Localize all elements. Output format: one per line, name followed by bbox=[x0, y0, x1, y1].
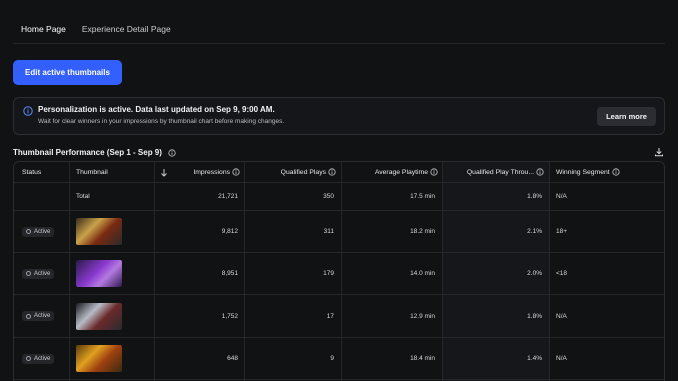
status-badge: Active bbox=[22, 338, 55, 379]
header-qualified-plays-label: Qualified Plays bbox=[280, 168, 326, 176]
thumbnail-image[interactable] bbox=[76, 211, 122, 252]
banner-subtitle: Wait for clear winners in your impressio… bbox=[38, 118, 285, 125]
info-icon[interactable] bbox=[232, 168, 240, 176]
thumbnail-performance-table: Status Thumbnail Impressions Qualified P… bbox=[13, 161, 665, 381]
table-row[interactable]: Active 9,812 311 18.2 min 2.1% 18+ bbox=[14, 211, 664, 253]
table-row-total: Total 21,721 350 17.5 min 1.8% N/A bbox=[14, 183, 664, 211]
header-winning-segment-label: Winning Segment bbox=[556, 168, 610, 176]
cell-qpt: 2.0% bbox=[527, 270, 542, 277]
personalization-banner: Personalization is active. Data last upd… bbox=[13, 97, 665, 135]
info-icon[interactable] bbox=[430, 168, 438, 176]
header-average-playtime-label: Average Playtime bbox=[374, 168, 428, 176]
cell-impressions: 648 bbox=[227, 355, 238, 362]
cell-winning-segment: N/A bbox=[556, 355, 567, 362]
status-badge: Active bbox=[22, 295, 55, 337]
header-status[interactable]: Status bbox=[22, 162, 41, 182]
cell-winning-segment: N/A bbox=[556, 312, 567, 320]
status-label: Active bbox=[34, 228, 51, 235]
edit-active-thumbnails-button[interactable]: Edit active thumbnails bbox=[13, 60, 122, 85]
table-row[interactable]: Active 1,752 17 12.9 min 1.8% N/A bbox=[14, 295, 664, 338]
header-qualified-play-throughput[interactable]: Qualified Play Throu... bbox=[444, 162, 544, 182]
cell-impressions: 9,812 bbox=[221, 228, 238, 235]
header-qualified-plays[interactable]: Qualified Plays bbox=[246, 162, 336, 182]
status-label: Active bbox=[34, 313, 51, 319]
status-badge: Active bbox=[22, 211, 55, 252]
cell-average-playtime: 14.0 min bbox=[410, 270, 435, 277]
info-icon bbox=[23, 106, 33, 116]
header-winning-segment[interactable]: Winning Segment bbox=[556, 162, 620, 182]
status-dot-icon bbox=[26, 271, 31, 276]
section-title: Thumbnail Performance (Sep 1 - Sep 9) bbox=[13, 148, 176, 157]
sort-down-arrow-icon[interactable] bbox=[160, 162, 168, 182]
header-impressions[interactable]: Impressions bbox=[174, 162, 240, 182]
info-icon[interactable] bbox=[536, 168, 544, 176]
cell-qpt: 1.4% bbox=[527, 355, 542, 362]
cell-winning-segment: <18 bbox=[556, 270, 568, 277]
cell-average-playtime: 18.4 min bbox=[410, 355, 435, 362]
cell-impressions: 21,721 bbox=[218, 193, 238, 200]
status-dot-icon bbox=[26, 229, 31, 234]
status-label: Active bbox=[34, 355, 51, 362]
banner-title: Personalization is active. Data last upd… bbox=[38, 105, 275, 114]
cell-qualified-plays: 179 bbox=[323, 270, 334, 277]
download-icon[interactable] bbox=[654, 147, 664, 157]
thumbnail-image[interactable] bbox=[76, 338, 122, 379]
table-row[interactable]: Active 648 9 18.4 min 1.4% N/A bbox=[14, 338, 664, 380]
info-icon[interactable] bbox=[612, 168, 620, 176]
page-tabs: Home Page Experience Detail Page bbox=[13, 18, 179, 44]
cell-average-playtime: 12.9 min bbox=[410, 312, 435, 320]
status-dot-icon bbox=[26, 356, 31, 361]
cell-qualified-plays: 17 bbox=[326, 312, 334, 320]
info-icon[interactable] bbox=[168, 148, 176, 157]
status-label: Active bbox=[34, 270, 51, 277]
cell-average-playtime: 18.2 min bbox=[410, 228, 435, 235]
cell-qpt: 2.1% bbox=[527, 228, 542, 235]
cell-qpt: 1.8% bbox=[527, 193, 542, 200]
table-row[interactable]: Active 8,951 179 14.0 min 2.0% <18 bbox=[14, 253, 664, 295]
thumbnail-image[interactable] bbox=[76, 295, 122, 337]
cell-qualified-plays: 350 bbox=[323, 193, 334, 200]
cell-qualified-plays: 9 bbox=[330, 355, 334, 362]
cell-impressions: 8,951 bbox=[221, 270, 238, 277]
info-icon[interactable] bbox=[328, 168, 336, 176]
total-label: Total bbox=[76, 193, 90, 200]
cell-qualified-plays: 311 bbox=[323, 228, 334, 235]
cell-winning-segment: 18+ bbox=[556, 228, 568, 235]
header-average-playtime[interactable]: Average Playtime bbox=[344, 162, 438, 182]
tab-experience-detail-page[interactable]: Experience Detail Page bbox=[74, 18, 179, 44]
header-qpt-label: Qualified Play Throu... bbox=[466, 168, 534, 176]
header-impressions-label: Impressions bbox=[193, 168, 230, 176]
header-thumbnail[interactable]: Thumbnail bbox=[76, 162, 108, 182]
table-header: Status Thumbnail Impressions Qualified P… bbox=[14, 162, 664, 183]
section-title-text: Thumbnail Performance (Sep 1 - Sep 9) bbox=[13, 148, 162, 157]
status-badge: Active bbox=[22, 253, 55, 294]
tab-home-page[interactable]: Home Page bbox=[13, 18, 74, 44]
cell-impressions: 1,752 bbox=[221, 312, 238, 320]
cell-qpt: 1.8% bbox=[527, 312, 542, 320]
tabs-divider bbox=[13, 43, 665, 44]
learn-more-button[interactable]: Learn more bbox=[597, 107, 656, 126]
thumbnail-image[interactable] bbox=[76, 253, 122, 294]
cell-winning-segment: N/A bbox=[556, 193, 567, 200]
status-dot-icon bbox=[26, 313, 31, 319]
cell-average-playtime: 17.5 min bbox=[410, 193, 435, 200]
